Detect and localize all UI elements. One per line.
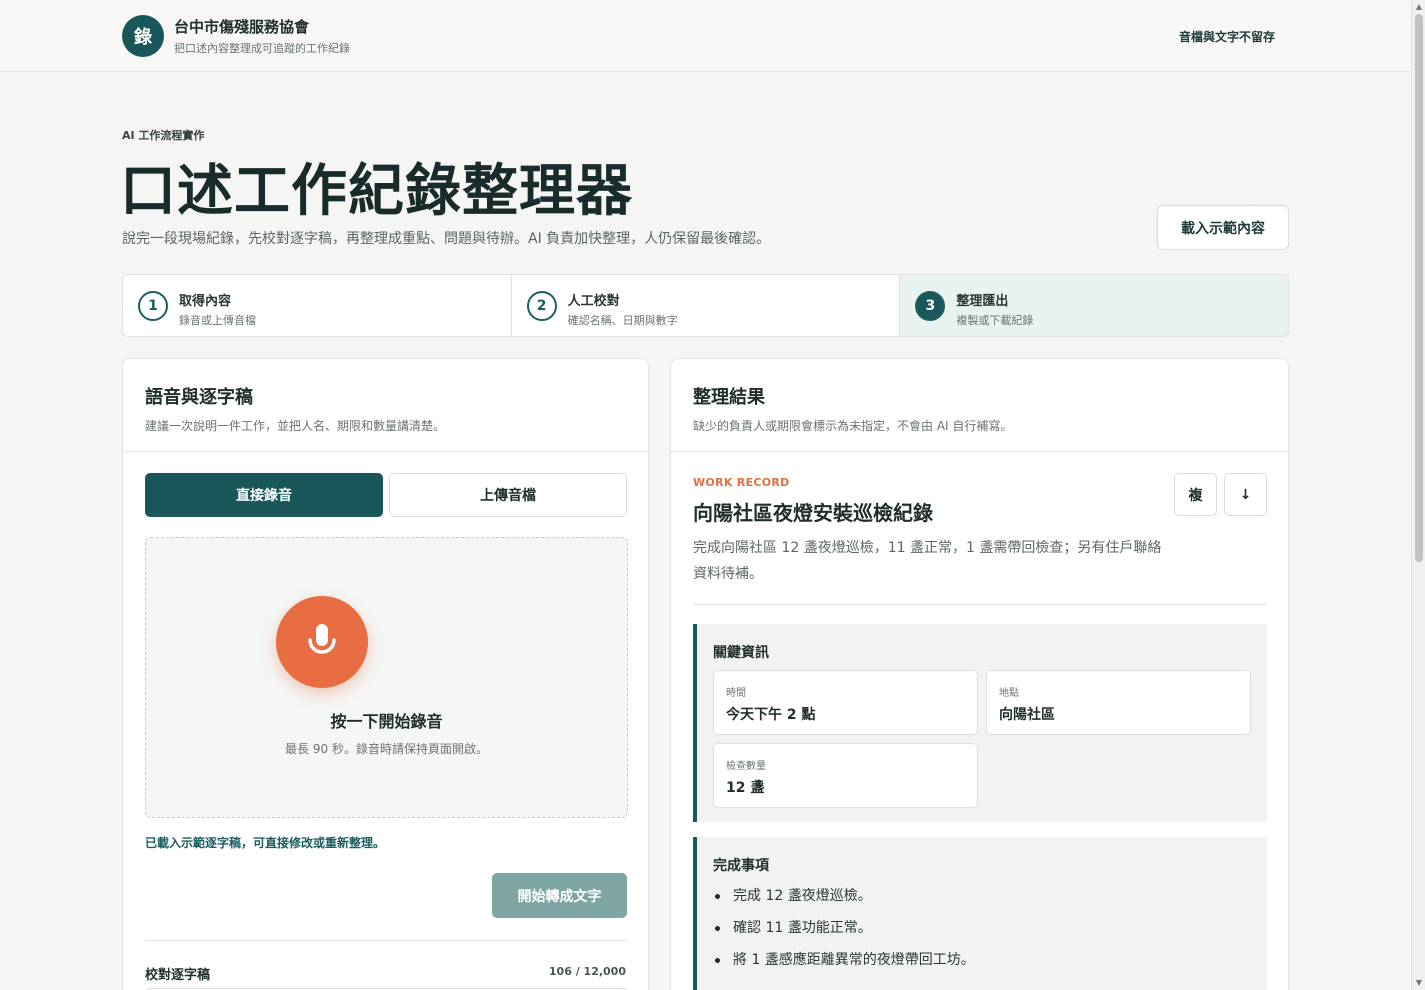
panel-header: 語音與逐字稿 建議一次說明一件工作，並把人名、期限和數量講清楚。 [123, 359, 648, 452]
section-title: 關鍵資訊 [713, 645, 769, 661]
convert-to-text-button[interactable]: 開始轉成文字 [492, 873, 627, 918]
info-card-count: 檢查數量 12 盞 [713, 743, 978, 808]
step-number: 1 [138, 291, 168, 321]
logo: 錄 [122, 15, 164, 57]
result-panel: 整理結果 缺少的負責人或期限會標示為未指定，不會由 AI 自行補寫。 WORK … [670, 358, 1289, 990]
page-title: 口述工作紀錄整理器 [120, 159, 633, 224]
panel-subtitle: 缺少的負責人或期限會標示為未指定，不會由 AI 自行補寫。 [693, 419, 1013, 433]
privacy-note: 音檔與文字不留存 [1178, 30, 1275, 44]
microphone-icon [308, 624, 336, 654]
info-value: 12 盞 [726, 780, 765, 796]
info-key: 地點 [999, 688, 1019, 699]
record-button[interactable] [276, 596, 368, 688]
transcript-label: 校對逐字稿 [145, 968, 211, 983]
step-subtitle: 確認名稱、日期與數字 [567, 314, 678, 327]
info-key: 檢查數量 [726, 761, 766, 772]
step-review: 2 人工校對 確認名稱、日期與數字 [512, 275, 901, 336]
panel-title: 整理結果 [693, 387, 765, 408]
work-record-label: WORK RECORD [693, 476, 790, 489]
info-key: 時間 [726, 688, 746, 699]
info-value: 向陽社區 [999, 707, 1055, 723]
voice-transcript-panel: 語音與逐字稿 建議一次說明一件工作，並把人名、期限和數量講清楚。 直接錄音 上傳… [122, 358, 649, 990]
completed-list: 完成 12 盞夜燈巡檢。 確認 11 盞功能正常。 將 1 盞感應距離異常的夜燈… [713, 885, 975, 981]
list-item: 將 1 盞感應距離異常的夜燈帶回工坊。 [713, 949, 975, 981]
list-item: 完成 12 盞夜燈巡檢。 [713, 885, 975, 917]
org-name: 台中市傷殘服務協會 [174, 18, 310, 36]
step-number: 3 [915, 291, 946, 321]
download-button[interactable]: ↓ [1224, 473, 1267, 516]
step-title: 人工校對 [567, 294, 620, 309]
info-value: 今天下午 2 點 [726, 707, 816, 723]
step-title: 取得內容 [179, 294, 232, 309]
page-scrollbar[interactable]: ▲ ▼ [1411, 0, 1425, 990]
panel-title: 語音與逐字稿 [145, 387, 253, 408]
info-card-location: 地點 向陽社區 [986, 670, 1251, 735]
loaded-message: 已載入示範逐字稿，可直接修改或重新整理。 [145, 836, 386, 850]
recording-zone: 按一下開始錄音 最長 90 秒。錄音時請保持頁面開啟。 [145, 537, 628, 818]
step-subtitle: 錄音或上傳音檔 [179, 314, 256, 327]
divider [693, 604, 1267, 605]
section-title: 完成事項 [713, 858, 769, 874]
progress-steps: 1 取得內容 錄音或上傳音檔 2 人工校對 確認名稱、日期與數字 3 整理匯出 … [122, 274, 1289, 337]
tab-record[interactable]: 直接錄音 [145, 473, 383, 517]
step-export: 3 整理匯出 複製或下載紀錄 [900, 275, 1288, 336]
completed-items-section: 完成事項 完成 12 盞夜燈巡檢。 確認 11 盞功能正常。 將 1 盞感應距離… [693, 837, 1267, 990]
step-subtitle: 複製或下載紀錄 [956, 314, 1034, 327]
step-get-content: 1 取得內容 錄音或上傳音檔 [123, 275, 512, 336]
step-number: 2 [526, 291, 557, 321]
scroll-down-arrow-icon[interactable]: ▼ [1414, 978, 1424, 987]
panel-header: 整理結果 缺少的負責人或期限會標示為未指定，不會由 AI 自行補寫。 [671, 359, 1288, 452]
top-header: 錄 台中市傷殘服務協會 把口述內容整理成可追蹤的工作紀錄 音檔與文字不留存 [0, 0, 1411, 72]
divider [145, 940, 628, 941]
work-record-title: 向陽社區夜燈安裝巡檢紀錄 [693, 501, 933, 525]
record-hint: 最長 90 秒。錄音時請保持頁面開啟。 [285, 742, 488, 756]
copy-button[interactable]: 複 [1174, 473, 1217, 516]
page-description: 說完一段現場紀錄，先校對逐字稿，再整理成重點、問題與待辦。AI 負責加快整理，人… [122, 231, 771, 247]
step-title: 整理匯出 [956, 294, 1009, 309]
scroll-up-arrow-icon[interactable]: ▲ [1414, 2, 1424, 11]
record-title: 按一下開始錄音 [330, 712, 443, 731]
info-card-time: 時間 今天下午 2 點 [713, 670, 978, 735]
eyebrow-label: AI 工作流程實作 [122, 129, 205, 142]
panel-subtitle: 建議一次說明一件工作，並把人名、期限和數量講清楚。 [145, 419, 446, 433]
org-subtitle: 把口述內容整理成可追蹤的工作紀錄 [174, 42, 350, 55]
list-item: 確認 11 盞功能正常。 [713, 917, 975, 949]
tab-upload[interactable]: 上傳音檔 [389, 473, 627, 517]
transcript-char-count: 106 / 12,000 [548, 965, 626, 978]
key-info-section: 關鍵資訊 時間 今天下午 2 點 地點 向陽社區 檢查數量 12 盞 [693, 624, 1267, 822]
scroll-thumb[interactable] [1415, 14, 1423, 562]
work-record-summary: 完成向陽社區 12 盞夜燈巡檢，11 盞正常，1 盞需帶回檢查；另有住戶聯絡資料… [693, 540, 1162, 582]
load-demo-button[interactable]: 載入示範內容 [1157, 205, 1289, 250]
